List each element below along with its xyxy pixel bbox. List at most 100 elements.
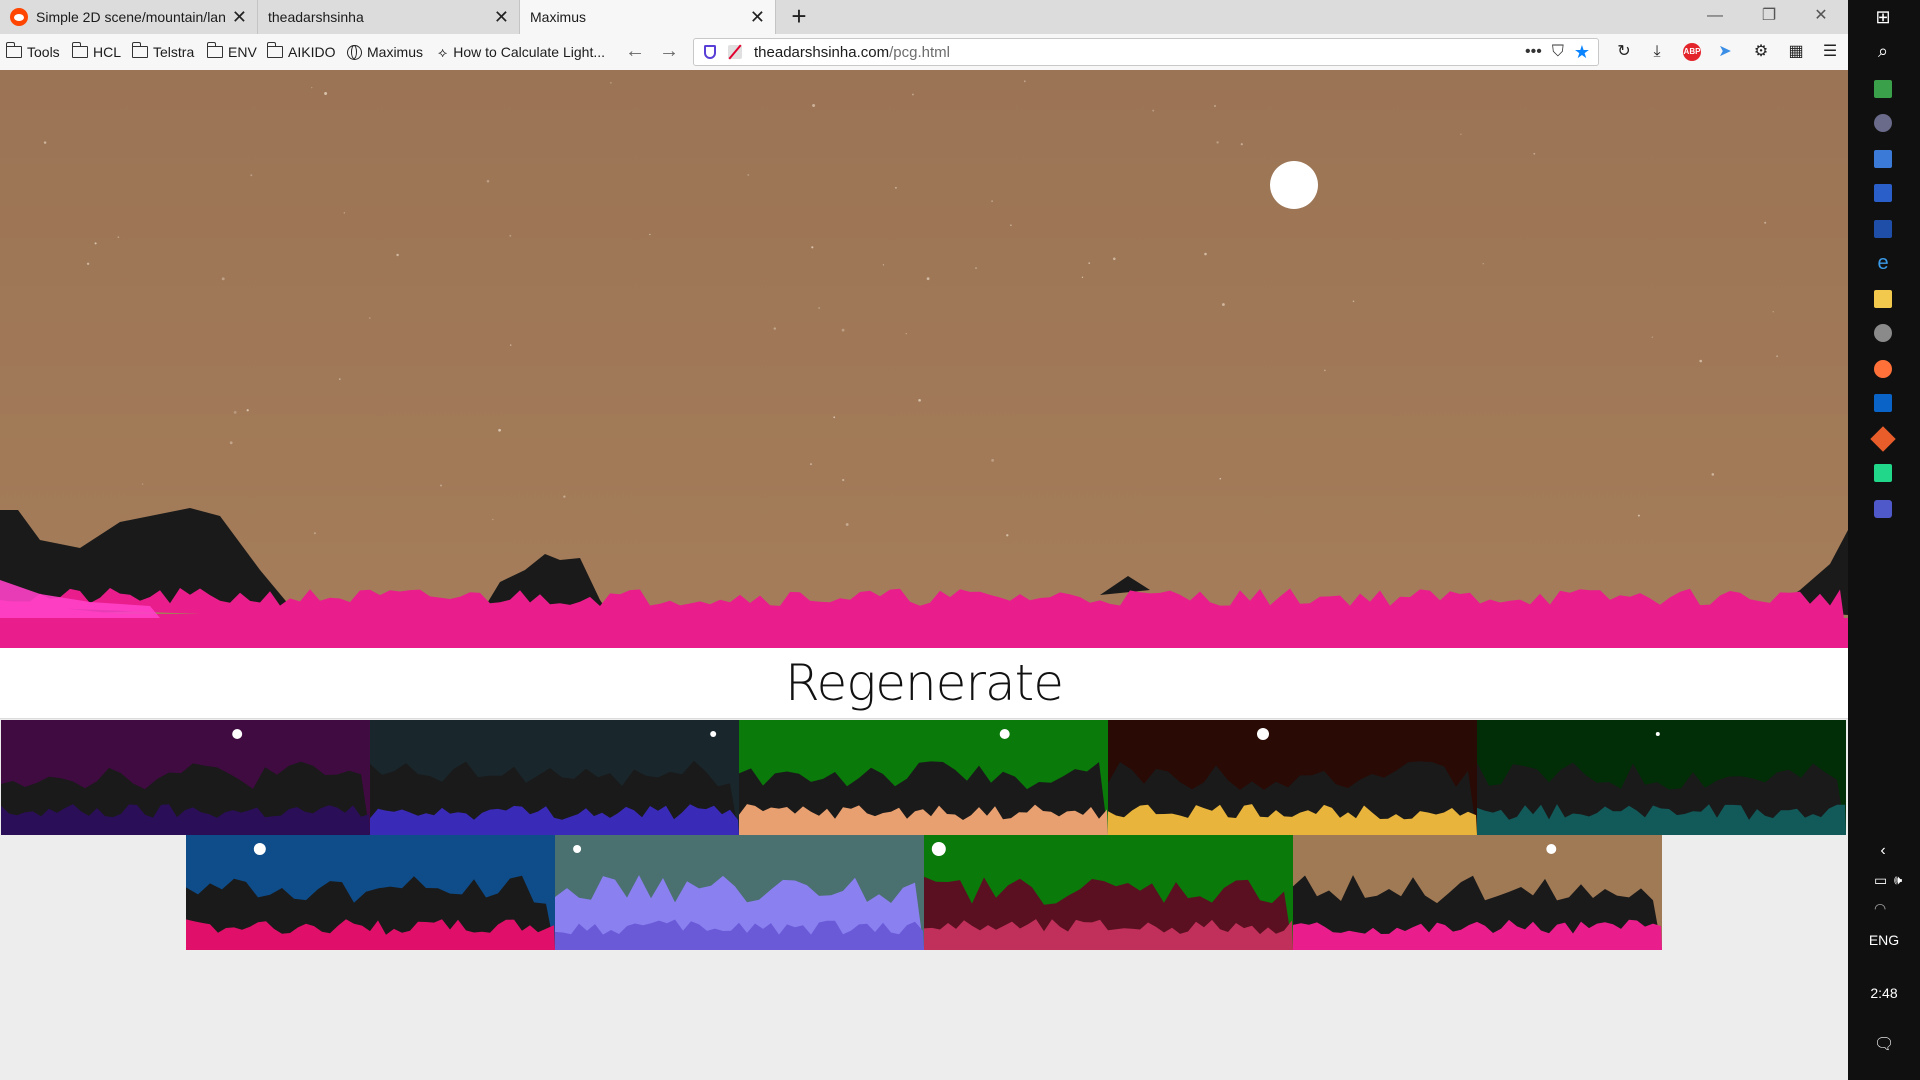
tab-maximus[interactable]: Maximus ✕ xyxy=(520,0,776,34)
language-indicator[interactable]: ENG xyxy=(1848,932,1920,948)
sky xyxy=(0,70,1848,648)
hero-landscape-canvas xyxy=(0,70,1848,648)
star xyxy=(1324,369,1326,372)
notepad-icon[interactable] xyxy=(1874,80,1892,98)
wifi-icon[interactable]: ◠ xyxy=(1874,900,1892,918)
star xyxy=(509,234,512,237)
star xyxy=(1352,300,1355,303)
page-actions-icon[interactable]: ••• xyxy=(1525,43,1542,61)
pocket-icon[interactable]: ⛉ xyxy=(1552,43,1564,61)
reload-icon[interactable]: ↻ xyxy=(1612,40,1636,64)
thumbnail-moon xyxy=(1546,844,1557,854)
star xyxy=(1772,311,1774,313)
regenerate-bar: Regenerate xyxy=(0,648,1848,719)
star xyxy=(894,186,897,189)
cursor-extension-icon[interactable]: ➤ xyxy=(1713,40,1737,64)
file-explorer-icon[interactable] xyxy=(1874,290,1892,308)
star xyxy=(338,378,341,380)
landscape-thumbnail[interactable] xyxy=(1293,835,1662,950)
extension-icon[interactable]: ⚙ xyxy=(1749,40,1773,64)
close-icon[interactable]: ✕ xyxy=(750,7,765,28)
star xyxy=(439,484,443,487)
bookmark-telstra[interactable]: Telstra xyxy=(131,34,194,70)
regenerate-button[interactable]: Regenerate xyxy=(0,648,1848,718)
star xyxy=(912,93,914,96)
bookmark-label: AIKIDO xyxy=(288,44,336,60)
chevron-up-icon[interactable]: ‹ xyxy=(1874,842,1892,860)
landscape-thumbnail[interactable] xyxy=(555,835,924,950)
landscape-thumbnail[interactable] xyxy=(370,720,739,835)
remote-desktop-icon[interactable] xyxy=(1874,184,1892,202)
notification-icon[interactable]: 🗨 xyxy=(1874,1034,1894,1053)
forward-button[interactable]: → xyxy=(654,34,684,70)
star xyxy=(1213,104,1217,108)
containers-icon[interactable]: ▦ xyxy=(1784,40,1808,64)
close-window-button[interactable]: ✕ xyxy=(1794,0,1848,34)
clock[interactable]: 2:48 xyxy=(1848,985,1920,1001)
tracking-shield-icon[interactable] xyxy=(704,45,716,59)
adblock-icon[interactable]: ABP xyxy=(1683,43,1701,61)
star xyxy=(1651,336,1654,338)
landscape-thumbnail[interactable] xyxy=(1108,720,1477,835)
outlook-icon[interactable] xyxy=(1874,394,1892,412)
star xyxy=(975,267,977,269)
back-button[interactable]: ← xyxy=(620,34,650,70)
pycharm-icon[interactable] xyxy=(1874,464,1892,482)
star xyxy=(1204,252,1207,256)
landscape-thumbnail[interactable] xyxy=(1,720,370,835)
landscape-thumbnail[interactable] xyxy=(924,835,1293,950)
close-icon[interactable]: ✕ xyxy=(494,7,509,28)
moon xyxy=(1270,161,1318,209)
star xyxy=(1764,221,1767,224)
landscape-thumbnail[interactable] xyxy=(186,835,555,950)
bookmark-maximus[interactable]: Maximus xyxy=(347,34,423,70)
thumbnail-moon xyxy=(1655,732,1660,736)
bookmark-star-icon[interactable]: ★ xyxy=(1574,42,1590,63)
bookmark-hcl[interactable]: HCL xyxy=(71,34,121,70)
firefox-icon[interactable] xyxy=(1874,360,1892,378)
tab-reddit[interactable]: Simple 2D scene/mountain/lan ✕ xyxy=(0,0,258,34)
menu-icon[interactable]: ☰ xyxy=(1818,40,1842,64)
search-icon[interactable]: ⌕ xyxy=(1874,42,1892,60)
star xyxy=(1010,224,1012,227)
star xyxy=(563,495,566,498)
new-tab-button[interactable]: + xyxy=(784,2,814,32)
minimize-button[interactable]: — xyxy=(1688,0,1742,34)
star xyxy=(1699,359,1703,363)
star xyxy=(812,104,816,107)
star xyxy=(1006,534,1009,537)
star xyxy=(1711,473,1715,476)
star xyxy=(43,141,47,144)
teams-icon[interactable] xyxy=(1874,500,1892,518)
bookmark-label: Tools xyxy=(27,44,60,60)
folder-icon xyxy=(5,42,22,58)
battery-icon[interactable]: ▭ xyxy=(1874,872,1892,890)
windows-start-icon[interactable]: ⊞ xyxy=(1874,8,1892,26)
bookmark-label: Maximus xyxy=(367,44,424,60)
bookmark-aikido[interactable]: AIKIDO xyxy=(266,34,336,70)
app-icon[interactable] xyxy=(1874,324,1892,342)
pink-base xyxy=(0,618,1848,648)
insecure-connection-icon[interactable] xyxy=(728,45,742,59)
download-icon[interactable]: ⤓ xyxy=(1645,40,1669,64)
bookmark-tools[interactable]: Tools xyxy=(5,34,60,70)
bookmark-how-to-calculate[interactable]: ⟡ How to Calculate Light... xyxy=(438,34,605,70)
app-icon[interactable] xyxy=(1874,150,1892,168)
star xyxy=(1152,109,1155,112)
edge-icon[interactable]: e xyxy=(1874,253,1892,273)
star xyxy=(1533,152,1536,155)
app-icon[interactable] xyxy=(1874,220,1892,238)
close-icon[interactable]: ✕ xyxy=(232,7,247,28)
restore-button[interactable]: ❐ xyxy=(1742,0,1796,34)
url-host: theadarshsinha.com xyxy=(754,43,890,61)
browser-toolbar: Tools HCL Telstra ENV AIKIDO Maximus ⟡ Ho… xyxy=(0,34,1848,71)
app-icon[interactable] xyxy=(1874,114,1892,132)
tab-title: Simple 2D scene/mountain/lan xyxy=(36,9,226,25)
landscape-thumbnail[interactable] xyxy=(739,720,1108,835)
git-icon[interactable] xyxy=(1870,426,1896,452)
landscape-thumbnail[interactable] xyxy=(1477,720,1846,835)
bookmark-env[interactable]: ENV xyxy=(206,34,257,70)
tab-theadarshsinha[interactable]: theadarshsinha ✕ xyxy=(258,0,520,34)
volume-icon[interactable]: 🕪 xyxy=(1894,872,1912,890)
url-bar[interactable]: theadarshsinha.com/pcg.html ••• ⛉ ★ xyxy=(693,38,1599,66)
